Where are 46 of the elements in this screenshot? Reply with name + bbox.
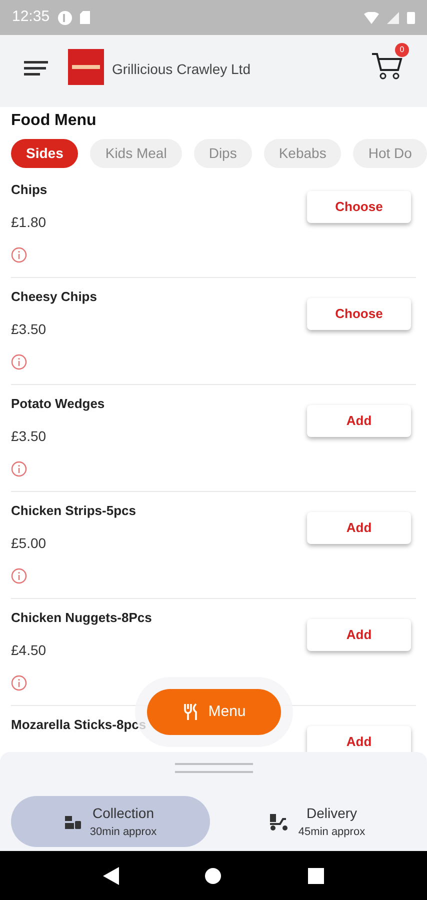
item-price: £3.50 [11,426,48,446]
wifi-icon [364,12,379,24]
category-tab[interactable]: Sides [11,139,78,168]
menu-button[interactable]: Menu [147,689,281,735]
recents-icon[interactable] [308,868,324,884]
item-price: £1.80 [11,212,48,232]
info-icon[interactable] [11,460,27,476]
scooter-icon [268,812,290,830]
order-mode-tab[interactable]: Collection 30min approx [11,796,210,847]
menu-icon[interactable] [24,59,48,77]
info-icon[interactable] [11,674,27,690]
info-icon[interactable] [11,246,27,262]
add-button[interactable]: Add [307,512,411,544]
status-time: 12:35 [12,7,50,28]
signal-icon [387,12,399,24]
cart-badge: 0 [395,43,409,57]
category-tab[interactable]: Kebabs [264,139,342,168]
item-name: Chicken Strips-5pcs [11,502,137,520]
add-button[interactable]: Add [307,619,411,651]
back-icon[interactable] [103,866,120,884]
item-name: Chips [11,181,48,199]
category-tab[interactable]: Kids Meal [90,139,182,168]
choose-button[interactable]: Choose [307,191,411,223]
item-price: £3.50 [11,320,48,338]
item-price: £4.50 [11,640,48,660]
add-button[interactable]: Add [307,405,411,437]
battery-icon [407,11,415,24]
item-name: Potato Wedges [11,395,106,413]
section-title: Food Menu [11,111,98,131]
logo-icon [68,49,104,85]
item-price: £5.00 [11,534,48,552]
cart-icon[interactable] [371,51,403,81]
category-tab[interactable]: Hot Do [353,139,427,168]
home-icon[interactable] [205,868,222,884]
add-button[interactable]: Add [307,726,411,752]
item-name: Cheesy Chips [11,288,98,306]
sd-card-icon [80,11,90,24]
drag-handle-icon[interactable] [174,761,252,774]
order-mode-tab[interactable]: Delivery 45min approx [218,796,416,847]
choose-button[interactable]: Choose [307,298,411,330]
notification-icon [58,10,72,24]
category-tab[interactable]: Dips [194,139,252,168]
item-name: Chicken Nuggets-8Pcs [11,609,153,627]
info-icon[interactable] [11,354,27,370]
store-name: Grillicious Crawley Ltd [112,60,250,79]
info-icon[interactable] [11,568,27,584]
